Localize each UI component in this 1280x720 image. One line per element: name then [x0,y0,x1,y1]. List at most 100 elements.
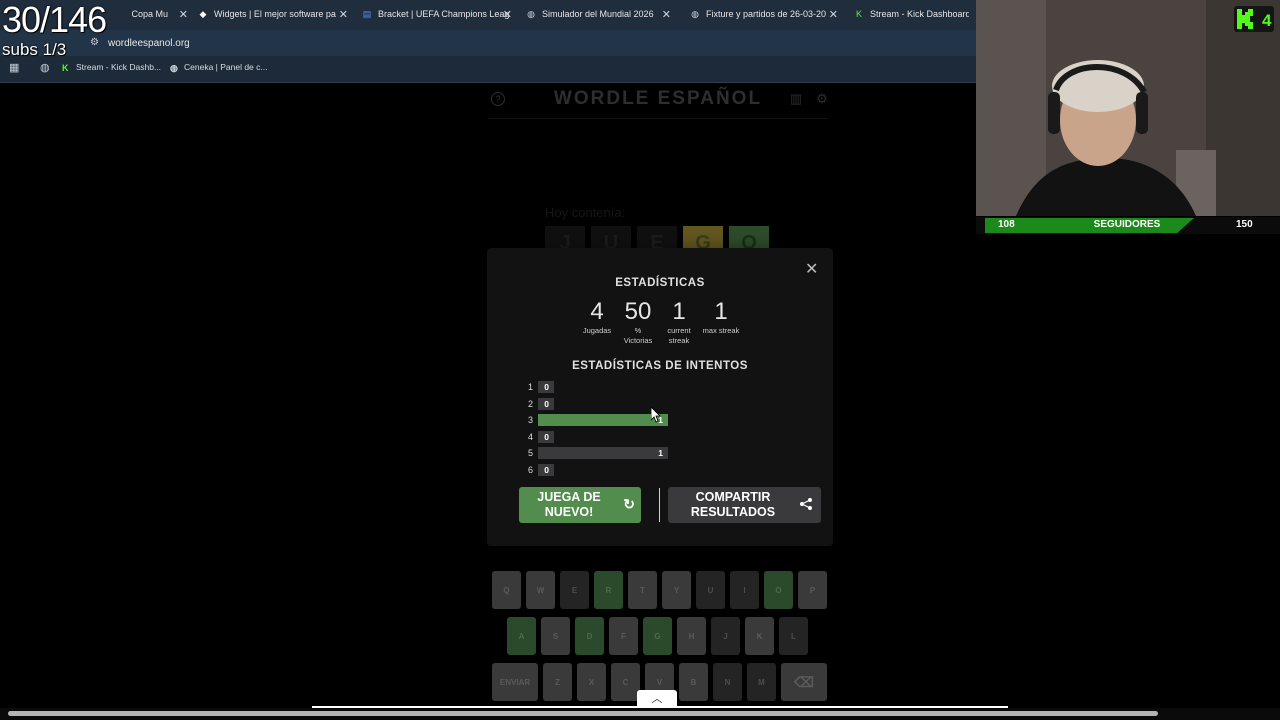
key-w[interactable]: W [526,571,555,609]
share-icon [799,497,813,514]
bookmark-item[interactable]: K Stream - Kick Dashb... [62,62,161,73]
close-icon[interactable]: ✕ [503,8,512,21]
stat-item: 1 current streak [657,298,701,346]
key-e[interactable]: E [560,571,589,609]
share-button[interactable]: COMPARTIR RESULTADOS [668,487,821,523]
stat-item: 4 Jugadas [575,298,619,336]
guess-number: 6 [528,465,534,475]
key-t[interactable]: T [628,571,657,609]
document-icon: ▤ [362,8,372,19]
key-q[interactable]: Q [492,571,521,609]
key-u[interactable]: U [696,571,725,609]
browser-tab[interactable]: K Stream - Kick Dashboard [854,0,969,28]
key-r[interactable]: R [594,571,623,609]
key-o[interactable]: O [764,571,793,609]
tab-title: Simulador del Mundial 2026 [542,9,654,19]
follower-label: SEGUIDORES [1093,219,1161,230]
stat-item: 1 max streak [699,298,743,336]
distribution-bar: 1 [538,414,668,427]
board-tile: O [729,226,769,248]
guess-number: 4 [528,431,534,442]
apps-grid-icon[interactable]: ▦ [9,61,19,74]
key-s[interactable]: S [541,617,570,655]
key-a[interactable]: A [507,617,536,655]
stat-value: 4 [590,298,604,325]
answer-hint: Hoy contenía: [545,205,626,220]
stats-chart-icon[interactable]: ▥ [789,92,803,106]
stat-item: 50% Victorias [616,298,660,346]
key-z[interactable]: Z [543,663,572,701]
bookmark-label: Ceneka | Panel de c... [184,62,268,72]
share-label: COMPARTIR RESULTADOS [690,490,776,519]
distribution-row: 60 [528,464,554,476]
mouse-cursor-icon [651,407,661,423]
chevron-up-icon[interactable]: ︿ [637,690,677,706]
key-c[interactable]: C [611,663,640,701]
distribution-bar: 0 [538,464,554,476]
key-p[interactable]: P [798,571,827,609]
close-icon[interactable]: ✕ [179,8,188,21]
distribution-row: 40 [528,430,554,443]
kick-logo: 4 [1234,6,1274,32]
stats-title: ESTADÍSTICAS [615,277,705,289]
guess-number: 1 [528,382,534,392]
header-divider [488,118,828,119]
stat-label: % Victorias [623,326,653,345]
browser-tab[interactable]: ◍ Fixture y partidos de 26-03-20 ✕ [690,0,838,28]
key-l[interactable]: L [779,617,808,655]
globe-icon[interactable]: ◍ [40,61,50,74]
key-i[interactable]: I [730,571,759,609]
distribution-bar: 0 [538,397,554,410]
key-k[interactable]: K [745,617,774,655]
key-h[interactable]: H [677,617,706,655]
svg-text:4: 4 [1262,11,1272,30]
follower-current: 108 [998,219,1015,230]
stat-label: current streak [667,326,691,345]
board-tile: G [683,226,723,248]
key-backspace[interactable]: ⌫ [781,663,827,701]
bookmark-item[interactable]: ◍ Ceneka | Panel de c... [170,62,268,73]
play-again-button[interactable]: JUEGA DE NUEVO! ↻ [519,487,641,523]
close-icon[interactable]: ✕ [662,8,671,21]
stat-label: Jugadas [582,326,612,335]
key-d[interactable]: D [575,617,604,655]
globe-icon: ◍ [527,8,535,19]
key-n[interactable]: N [713,663,742,701]
board-tile: J [545,226,585,248]
key-f[interactable]: F [609,617,638,655]
key-enviar[interactable]: ENVIAR [492,663,538,701]
diamond-icon: ◆ [199,8,207,19]
guess-number: 3 [528,415,534,426]
key-m[interactable]: M [747,663,776,701]
page-title: WORDLE ESPAÑOL [553,88,763,109]
globe-icon: ◍ [691,8,699,19]
kick-icon: K [855,9,862,19]
distribution-row: 10 [528,381,554,393]
key-x[interactable]: X [577,663,606,701]
browser-tab[interactable]: ◍ Simulador del Mundial 2026 ✕ [526,0,671,28]
browser-tab[interactable]: ▤ Bracket | UEFA Champions Leag ✕ [362,0,512,28]
distribution-bar: 0 [538,381,554,393]
tab-title: Bracket | UEFA Champions Leag [378,9,510,19]
close-icon[interactable]: ✕ [805,259,818,279]
distribution-row: 20 [528,397,554,410]
key-j[interactable]: J [711,617,740,655]
scrollbar-thumb[interactable] [8,711,1158,716]
follower-goal: 150 [1236,219,1253,230]
close-icon[interactable]: ✕ [339,8,348,21]
tab-title: Stream - Kick Dashboard [870,9,969,19]
key-g[interactable]: G [643,617,672,655]
distribution-bar: 0 [538,430,554,443]
refresh-icon: ↻ [623,496,635,512]
browser-tab[interactable]: ◆ Widgets | El mejor software pa ✕ [198,0,348,28]
board-tile: E [637,226,677,248]
gear-icon[interactable]: ⚙ [815,92,829,106]
stat-value: 50 [624,298,652,325]
stat-value: 1 [714,298,728,325]
webcam-feed [976,0,1280,216]
url-text[interactable]: wordleespanol.org [108,38,190,49]
sub-goal-counter: 30/146 [2,0,107,40]
close-icon[interactable]: ✕ [829,8,838,21]
key-y[interactable]: Y [662,571,691,609]
key-b[interactable]: B [679,663,708,701]
